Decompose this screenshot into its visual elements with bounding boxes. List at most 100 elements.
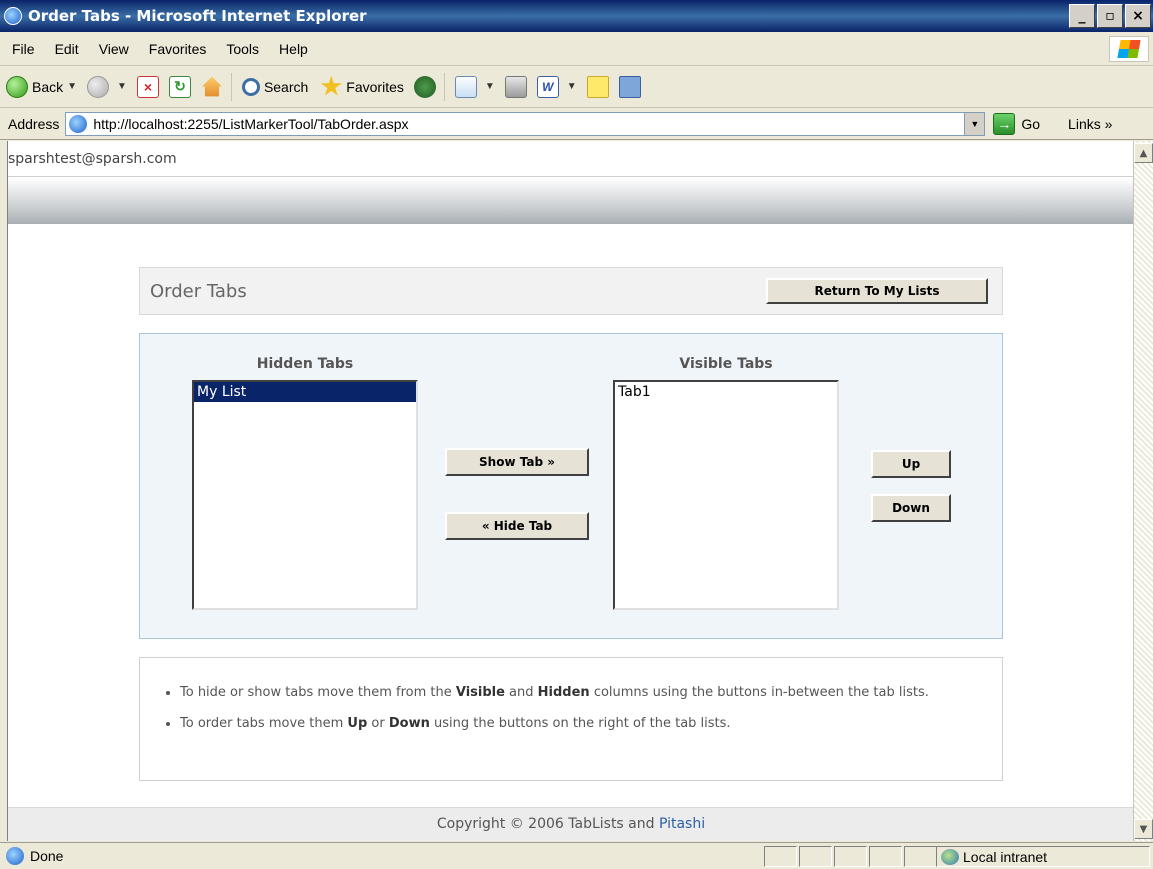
help-list: To hide or show tabs move them from the … <box>180 684 980 746</box>
forward-button[interactable]: ▼ <box>87 75 131 98</box>
print-button[interactable] <box>504 75 531 98</box>
copyright-text: Copyright © 2006 TabLists and <box>436 816 659 832</box>
vertical-scrollbar[interactable]: ▲ ▼ <box>1133 141 1153 841</box>
go-label: Go <box>1021 115 1041 132</box>
status-panel <box>764 846 797 867</box>
back-arrow-icon <box>6 75 28 98</box>
user-email: sparshtest@sparsh.com <box>8 141 1133 177</box>
research-button[interactable] <box>618 75 645 98</box>
list-item[interactable]: Tab1 <box>615 382 837 402</box>
toolbar-separator <box>443 72 445 101</box>
return-to-my-lists-button[interactable]: Return To My Lists <box>766 278 988 304</box>
page-title: Order Tabs <box>150 280 247 302</box>
menu-view[interactable]: View <box>89 41 139 57</box>
forward-dropdown-icon[interactable]: ▼ <box>117 81 127 92</box>
list-item[interactable]: My List <box>194 382 416 402</box>
note-icon <box>586 75 609 98</box>
menu-file[interactable]: File <box>0 41 45 57</box>
maximize-button[interactable]: ▫ <box>1097 4 1123 28</box>
status-panels <box>764 846 939 867</box>
back-label: Back <box>32 78 64 95</box>
search-label: Search <box>263 78 309 95</box>
ie-icon <box>4 7 22 25</box>
help-panel: To hide or show tabs move them from the … <box>139 657 1003 781</box>
title-bar: Order Tabs - Microsoft Internet Explorer… <box>0 0 1153 32</box>
favorites-label: Favorites <box>346 78 404 95</box>
search-icon <box>241 77 260 96</box>
home-button[interactable] <box>201 76 227 98</box>
stop-button[interactable]: × <box>136 75 163 98</box>
menu-favorites[interactable]: Favorites <box>139 41 217 57</box>
hidden-tabs-list[interactable]: My List <box>192 380 418 610</box>
mail-icon <box>454 75 477 98</box>
help-text: and <box>504 685 538 700</box>
help-bold-hidden: Hidden <box>537 685 590 700</box>
status-panel <box>904 846 937 867</box>
help-item-order: To order tabs move them Up or Down using… <box>180 715 980 732</box>
help-text: To hide or show tabs move them from the <box>180 685 456 700</box>
status-panel <box>869 846 902 867</box>
window-title: Order Tabs - Microsoft Internet Explorer <box>28 7 367 25</box>
window-controls: _ ▫ × <box>1069 4 1151 28</box>
status-panel <box>799 846 832 867</box>
up-button[interactable]: Up <box>871 450 951 478</box>
menu-help[interactable]: Help <box>269 41 318 57</box>
refresh-button[interactable]: ↻ <box>168 75 195 98</box>
hidden-tabs-label: Hidden Tabs <box>256 356 354 372</box>
links-button[interactable]: Links » <box>1068 116 1112 132</box>
search-button[interactable]: Search <box>241 77 309 96</box>
status-panel <box>834 846 867 867</box>
footer: Copyright © 2006 TabLists and Pitashi <box>8 807 1133 841</box>
close-button[interactable]: × <box>1125 4 1151 28</box>
media-icon <box>413 75 436 98</box>
word-icon: W <box>536 75 559 98</box>
go-button[interactable]: → Go <box>993 112 1041 135</box>
status-bar: Done Local intranet <box>0 842 1153 869</box>
order-tabs-header: Order Tabs Return To My Lists <box>139 267 1003 315</box>
scroll-up-icon[interactable]: ▲ <box>1134 143 1153 163</box>
help-text: columns using the buttons in-between the… <box>589 685 929 700</box>
home-icon <box>202 76 222 97</box>
refresh-icon: ↻ <box>168 75 191 98</box>
discuss-button[interactable] <box>586 75 613 98</box>
page-icon <box>69 114 88 133</box>
favorites-button[interactable]: Favorites <box>320 75 404 98</box>
help-text: using the buttons on the right of the ta… <box>429 716 731 731</box>
security-zone: Local intranet <box>936 846 1150 867</box>
windows-logo-icon <box>1109 36 1149 62</box>
help-text: or <box>367 716 389 731</box>
address-dropdown-icon[interactable]: ▼ <box>964 112 985 135</box>
media-button[interactable] <box>413 75 440 98</box>
hide-tab-button[interactable]: « Hide Tab <box>445 512 589 540</box>
zone-label: Local intranet <box>963 848 1048 865</box>
visible-tabs-list[interactable]: Tab1 <box>613 380 839 610</box>
menu-edit[interactable]: Edit <box>45 41 89 57</box>
intranet-globe-icon <box>941 848 959 865</box>
header-band <box>8 178 1133 224</box>
address-url: http://localhost:2255/ListMarkerTool/Tab… <box>93 115 409 132</box>
stop-icon: × <box>136 75 159 98</box>
menu-tools[interactable]: Tools <box>216 41 269 57</box>
page-content: sparshtest@sparsh.com Order Tabs Return … <box>7 141 1133 841</box>
help-bold-up: Up <box>347 716 368 731</box>
help-item-hide-show: To hide or show tabs move them from the … <box>180 684 980 701</box>
help-text: To order tabs move them <box>180 716 348 731</box>
menu-bar: File Edit View Favorites Tools Help <box>0 32 1153 66</box>
scroll-down-icon[interactable]: ▼ <box>1134 819 1153 839</box>
edit-dropdown-icon[interactable]: ▼ <box>567 81 577 92</box>
mail-dropdown-icon[interactable]: ▼ <box>485 81 495 92</box>
toolbar: Back ▼ ▼ × ↻ Search Favorites ▼ W ▼ <box>0 66 1153 108</box>
minimize-button[interactable]: _ <box>1069 4 1095 28</box>
show-tab-button[interactable]: Show Tab » <box>445 448 589 476</box>
help-bold-visible: Visible <box>455 685 505 700</box>
forward-arrow-icon <box>87 75 110 98</box>
down-button[interactable]: Down <box>871 494 951 522</box>
back-button[interactable]: Back ▼ <box>6 75 81 98</box>
back-dropdown-icon[interactable]: ▼ <box>67 81 77 92</box>
page-done-icon <box>6 847 24 865</box>
edit-button[interactable]: W ▼ <box>536 75 581 98</box>
address-input[interactable]: http://localhost:2255/ListMarkerTool/Tab… <box>65 111 986 136</box>
go-arrow-icon: → <box>993 112 1016 135</box>
mail-button[interactable]: ▼ <box>454 75 499 98</box>
pitashi-link[interactable]: Pitashi <box>659 816 705 832</box>
